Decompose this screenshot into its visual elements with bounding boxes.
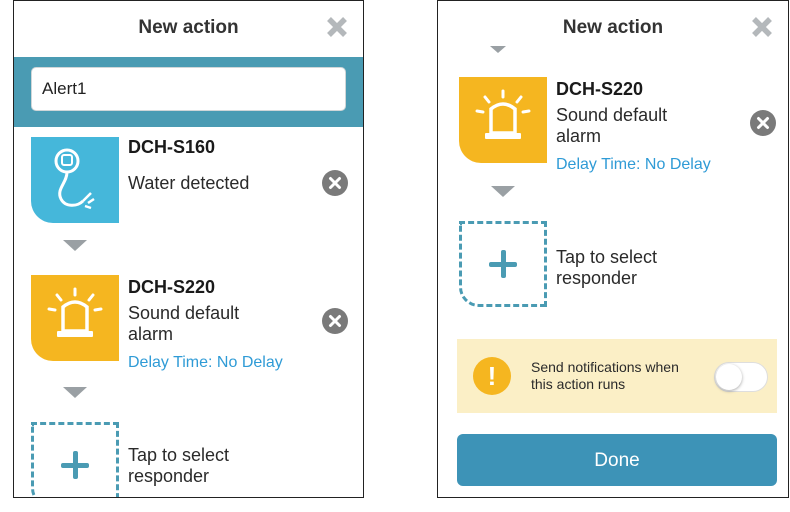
close-icon (329, 315, 341, 327)
flow-arrow-icon (490, 46, 506, 53)
flow-arrow-icon (63, 240, 87, 251)
notification-panel: ! Send notifications when this action ru… (457, 339, 777, 413)
responder-description: Sound default alarm (128, 303, 240, 344)
page-title: New action (138, 17, 239, 38)
remove-responder-button[interactable] (322, 308, 348, 334)
right-screen: New action DCH-S220 Sound default alarm … (437, 0, 789, 498)
action-name-band (14, 57, 363, 127)
add-responder-button[interactable] (459, 221, 547, 307)
done-button[interactable]: Done (457, 434, 777, 486)
delay-time-link[interactable]: Delay Time: No Delay (556, 156, 711, 174)
warning-icon: ! (473, 357, 511, 395)
page-title: New action (562, 17, 664, 38)
siren-icon (459, 77, 547, 163)
siren-icon (31, 275, 119, 361)
add-responder-label: Tap to select responder (128, 445, 230, 486)
water-sensor-icon (31, 137, 119, 223)
trigger-model: DCH-S160 (128, 137, 216, 157)
responder-model: DCH-S220 (556, 79, 644, 99)
close-icon[interactable] (325, 15, 349, 39)
action-name-input[interactable] (31, 67, 346, 111)
notification-toggle[interactable] (714, 362, 768, 392)
flow-arrow-icon (491, 186, 515, 197)
delay-time-link[interactable]: Delay Time: No Delay (128, 354, 283, 372)
close-icon (757, 117, 769, 129)
add-responder-button[interactable] (31, 422, 119, 497)
flow-arrow-icon (63, 387, 87, 398)
close-icon[interactable] (750, 15, 774, 39)
left-screen: New action DCH-S160 Water detected DCH-S… (13, 0, 364, 498)
add-responder-label: Tap to select responder (556, 247, 658, 288)
responder-description: Sound default alarm (556, 105, 668, 146)
remove-trigger-button[interactable] (322, 170, 348, 196)
toggle-knob (716, 364, 742, 390)
remove-responder-button[interactable] (750, 110, 776, 136)
close-icon (329, 177, 341, 189)
notification-label: Send notifications when this action runs (531, 359, 679, 392)
header: New action (14, 1, 363, 57)
responder-model: DCH-S220 (128, 277, 216, 297)
trigger-description: Water detected (128, 173, 250, 193)
